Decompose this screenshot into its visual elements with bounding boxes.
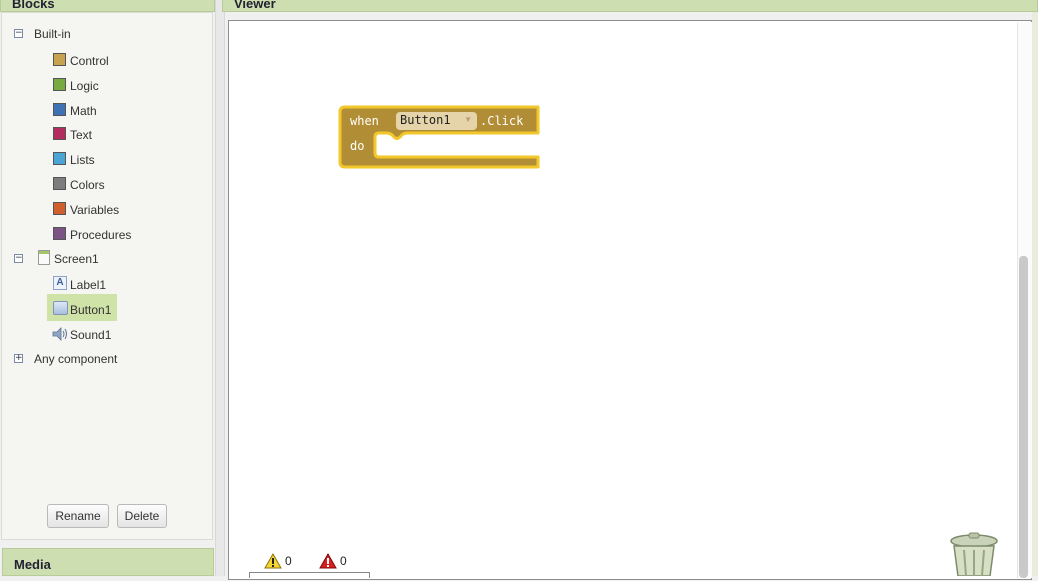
panel-splitter[interactable]	[215, 0, 225, 576]
errors-count: 0	[340, 554, 347, 568]
show-warnings-toggle[interactable]	[249, 572, 370, 578]
drawer-lists[interactable]: Lists	[52, 150, 152, 170]
block-event-label: .Click	[480, 114, 524, 128]
blocks-column: Blocks − Built-in Control Logic Math Tex…	[0, 0, 215, 576]
drawer-math[interactable]: Math	[52, 101, 152, 121]
component-label: Button1	[70, 303, 112, 317]
component-dropdown-value: Button1	[400, 113, 451, 127]
text-swatch-icon	[53, 127, 66, 140]
delete-button[interactable]: Delete	[117, 504, 167, 528]
control-swatch-icon	[53, 53, 66, 66]
trash-can-icon[interactable]	[948, 532, 1000, 576]
drawer-control[interactable]: Control	[52, 51, 152, 71]
tree-node-label1[interactable]: A Label1	[52, 275, 152, 295]
block-do-label: do	[350, 139, 365, 153]
component-label: Sound1	[70, 328, 112, 342]
tree-label-any-component: Any component	[34, 352, 118, 366]
drawer-label: Lists	[70, 153, 95, 167]
rename-button[interactable]: Rename	[47, 504, 109, 528]
viewer-right-border	[1032, 12, 1038, 576]
drawer-label: Variables	[70, 203, 120, 217]
variables-swatch-icon	[53, 202, 66, 215]
drawer-text[interactable]: Text	[52, 125, 152, 145]
drawer-label: Control	[70, 54, 109, 68]
drawer-label: Logic	[70, 79, 99, 93]
drawer-label: Procedures	[70, 228, 132, 242]
warning-icon[interactable]	[264, 553, 282, 569]
sound-component-icon	[52, 327, 67, 341]
screen-icon	[38, 250, 50, 265]
drawer-label: Math	[70, 104, 97, 118]
drawer-logic[interactable]: Logic	[52, 76, 152, 96]
blocks-panel-header: Blocks	[0, 0, 215, 12]
tree-node-button1[interactable]: Button1	[52, 300, 152, 320]
tree-node-sound1[interactable]: Sound1	[52, 325, 152, 345]
warnings-count: 0	[285, 554, 292, 568]
expand-icon[interactable]: +	[14, 354, 23, 363]
blocks-panel-title: Blocks	[12, 0, 55, 11]
drawer-procedures[interactable]: Procedures	[52, 225, 162, 245]
block-when-label: when	[350, 114, 379, 128]
label-component-icon: A	[53, 276, 67, 290]
drawer-label: Text	[70, 128, 93, 142]
tree-node-built-in[interactable]: − Built-in	[14, 24, 134, 44]
media-panel-title: Media	[14, 557, 51, 572]
colors-swatch-icon	[53, 177, 66, 190]
dropdown-arrow-icon: ▼	[464, 115, 472, 124]
tree-node-screen1[interactable]: − Screen1	[14, 249, 134, 269]
tree-node-any-component[interactable]: + Any component	[14, 349, 154, 369]
lists-swatch-icon	[53, 152, 66, 165]
collapse-icon[interactable]: −	[14, 29, 23, 38]
tree-label-built-in: Built-in	[34, 27, 71, 41]
button-component-icon	[53, 301, 68, 315]
math-swatch-icon	[53, 103, 66, 116]
drawer-colors[interactable]: Colors	[52, 175, 152, 195]
error-icon[interactable]	[319, 553, 337, 569]
tree-label-screen1: Screen1	[54, 252, 99, 266]
media-panel-header: Media	[2, 548, 214, 576]
logic-swatch-icon	[53, 78, 66, 91]
viewer-header: Viewer	[222, 0, 1038, 12]
collapse-icon[interactable]: −	[14, 254, 23, 263]
procedures-swatch-icon	[53, 227, 66, 240]
viewer-title: Viewer	[234, 0, 276, 11]
component-dropdown[interactable]: Button1 ▼	[396, 112, 477, 130]
drawer-label: Colors	[70, 178, 105, 192]
component-label: Label1	[70, 278, 107, 292]
drawer-variables[interactable]: Variables	[52, 200, 152, 220]
workspace-scrollbar-thumb[interactable]	[1019, 256, 1028, 578]
